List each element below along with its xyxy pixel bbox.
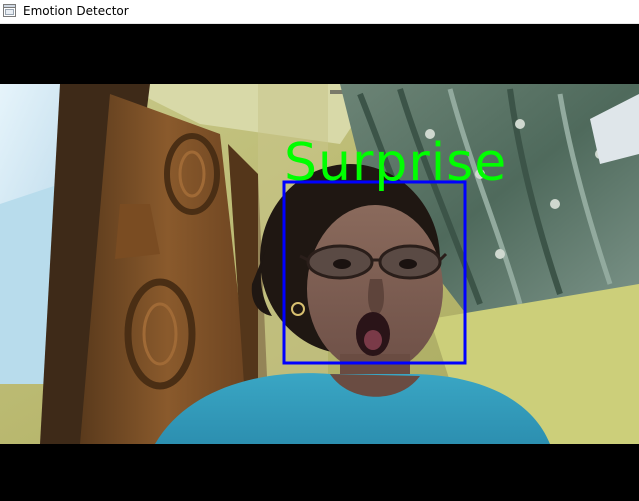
video-viewport: Surprise: [0, 24, 639, 501]
app-window: Emotion Detector Surprise: [0, 0, 639, 501]
app-window-icon: [3, 4, 16, 17]
emotion-label: Surprise: [284, 133, 508, 193]
window-title: Emotion Detector: [23, 4, 129, 18]
title-bar[interactable]: Emotion Detector: [0, 0, 639, 24]
